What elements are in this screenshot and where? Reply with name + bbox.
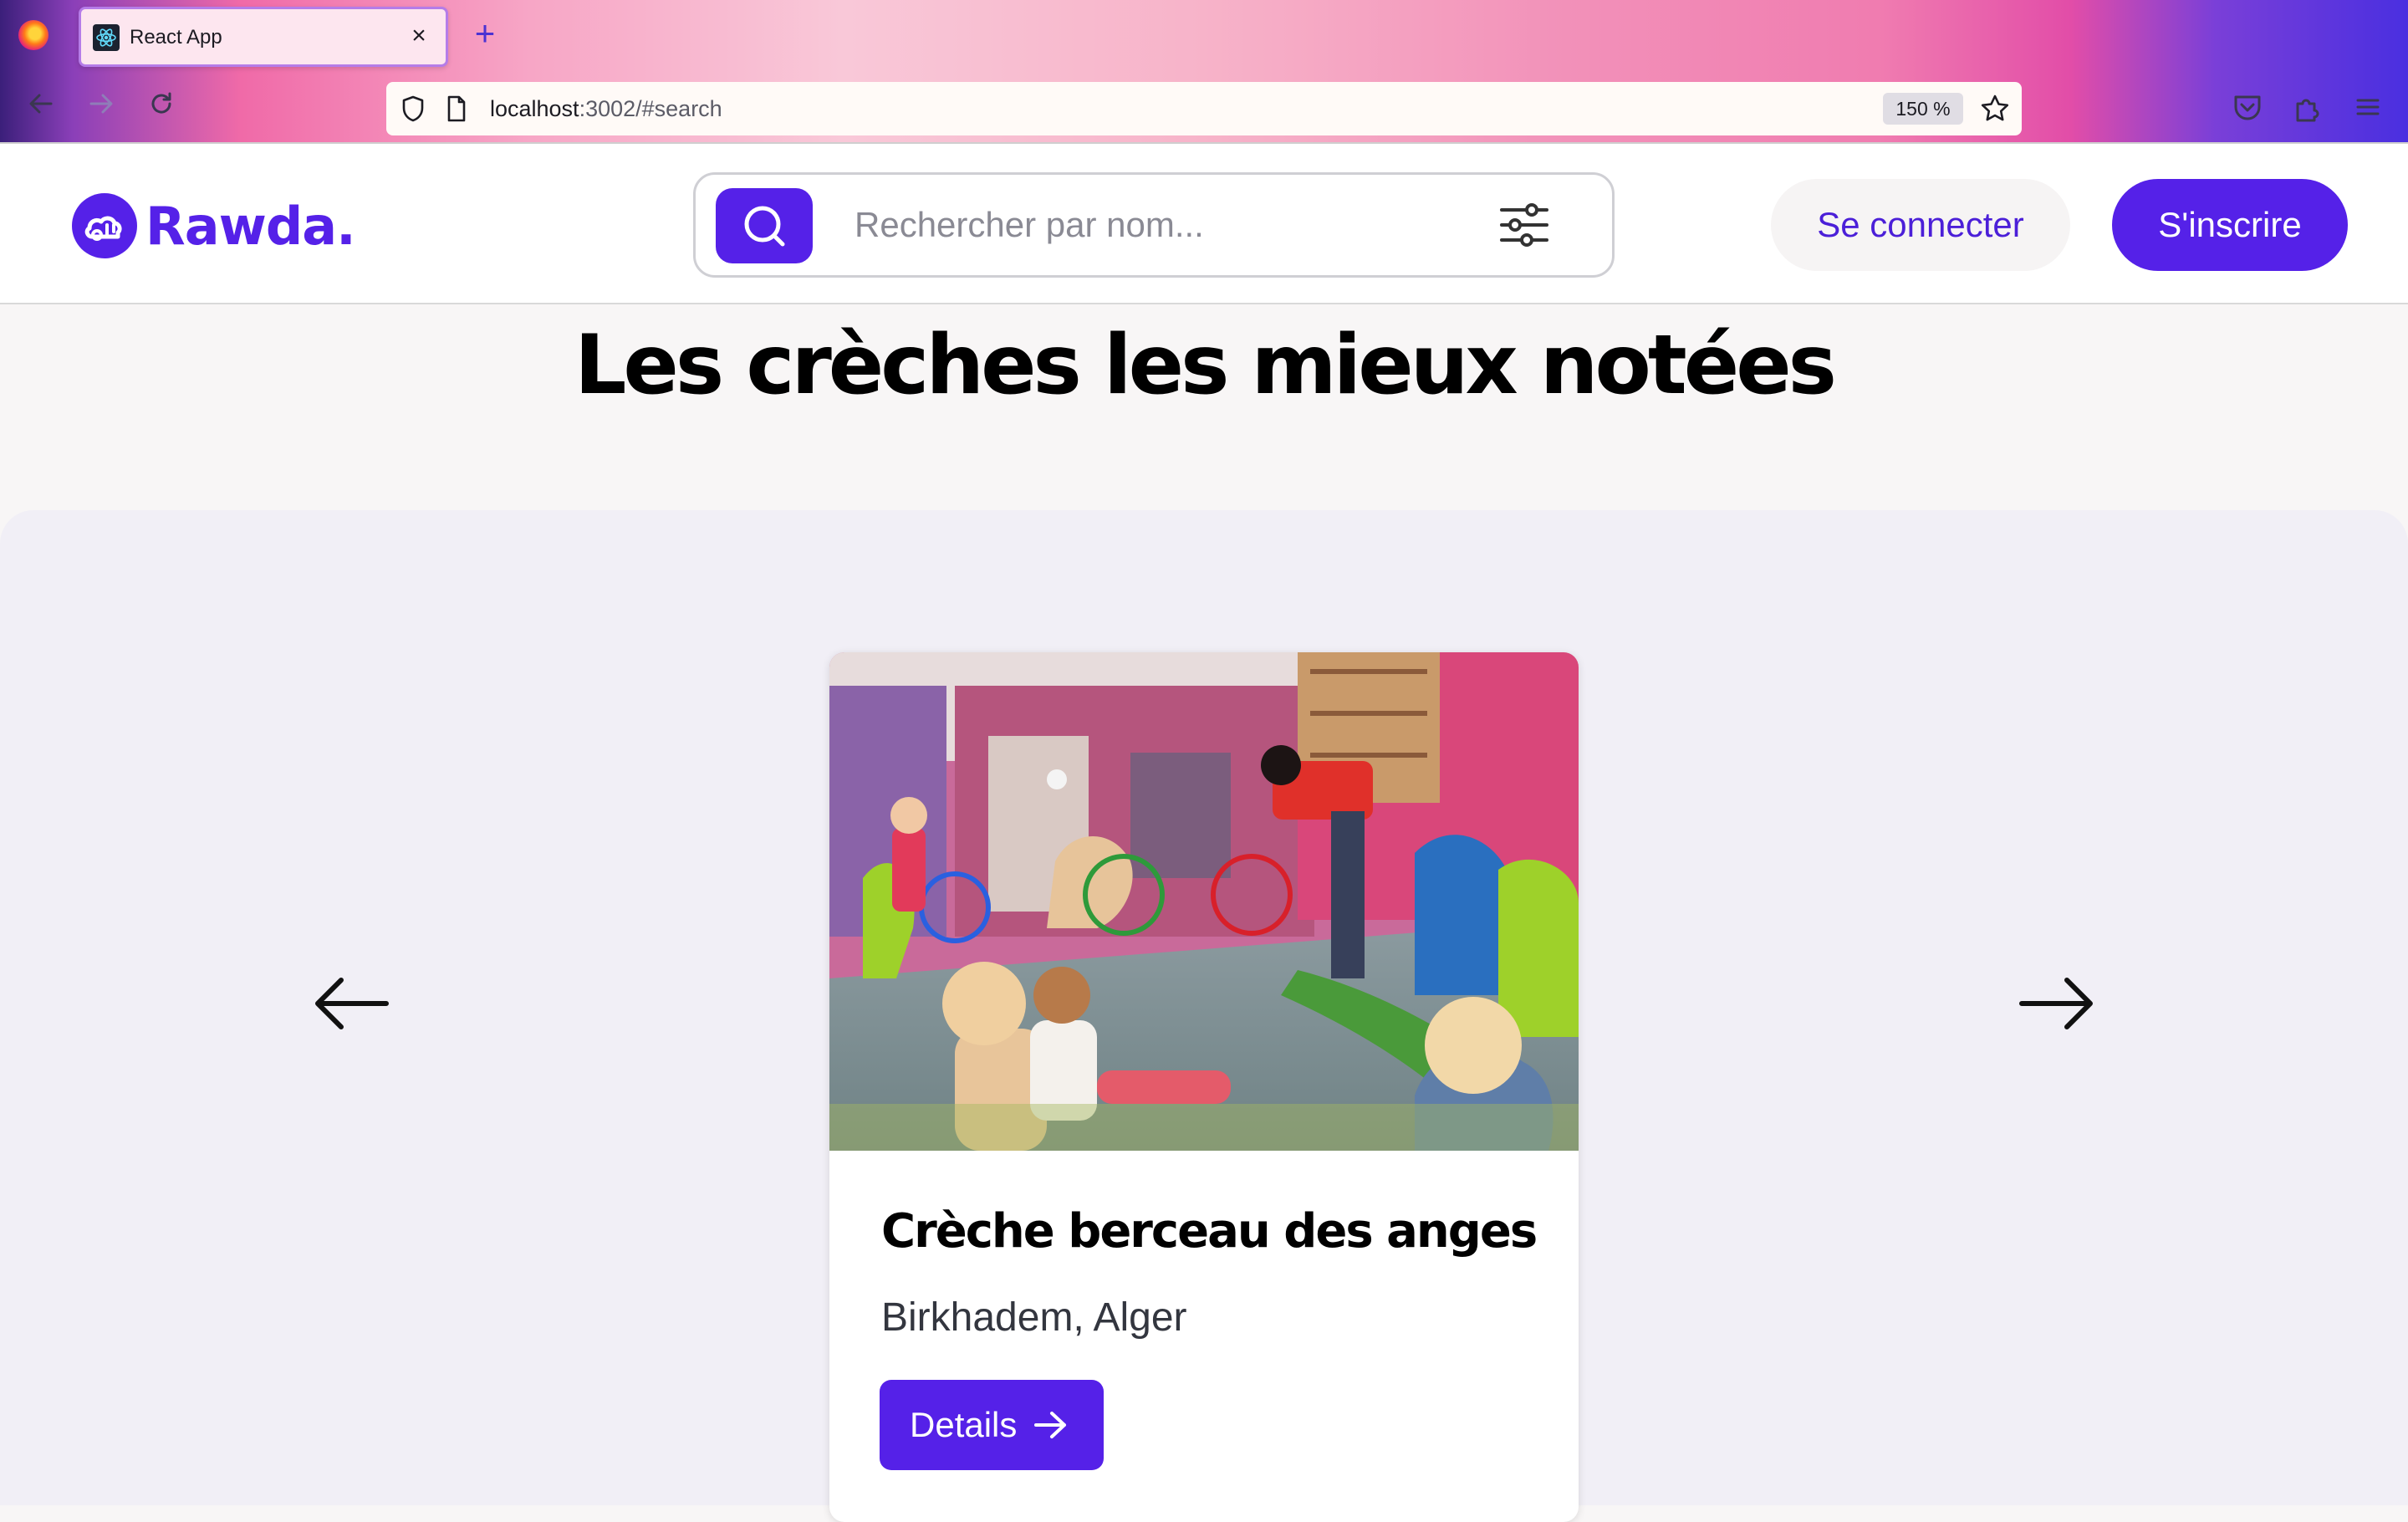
reload-icon bbox=[151, 92, 171, 114]
nursery-name: Crèche berceau des anges bbox=[881, 1204, 1538, 1259]
new-tab-button[interactable]: + bbox=[467, 16, 503, 54]
tab-title: React App bbox=[130, 26, 222, 49]
nursery-location: Birkhadem, Alger bbox=[881, 1295, 1187, 1340]
carousel-prev-arrow-icon[interactable] bbox=[311, 970, 391, 1037]
arrow-left-icon bbox=[29, 94, 53, 114]
reload-button[interactable] bbox=[142, 89, 181, 127]
carousel-next-arrow-icon[interactable] bbox=[2017, 970, 2097, 1037]
nursery-photo bbox=[829, 652, 1579, 1151]
search-icon bbox=[744, 206, 785, 247]
section-title: Les crèches les mieux notées bbox=[574, 324, 1837, 426]
react-icon bbox=[93, 24, 120, 51]
site-header: Rawda. Se connecter S'inscrire bbox=[0, 142, 2408, 304]
details-button-label: Details bbox=[910, 1405, 1018, 1444]
shield-icon[interactable] bbox=[401, 95, 425, 122]
pocket-icon[interactable] bbox=[2231, 90, 2264, 124]
firefox-icon[interactable] bbox=[18, 20, 48, 50]
url-bar[interactable]: localhost:3002/#search 150 % bbox=[386, 82, 2022, 135]
bookmark-star-icon[interactable] bbox=[1980, 94, 2010, 124]
nursery-card: Crèche berceau des anges Birkhadem, Alge… bbox=[829, 652, 1579, 1522]
filter-icon[interactable] bbox=[1498, 200, 1550, 250]
site-logo[interactable]: Rawda. bbox=[72, 192, 356, 259]
zoom-badge[interactable]: 150 % bbox=[1883, 93, 1963, 125]
back-button[interactable] bbox=[22, 89, 60, 127]
search-bar bbox=[693, 172, 1615, 278]
extensions-icon[interactable] bbox=[2291, 90, 2324, 124]
login-button[interactable]: Se connecter bbox=[1771, 179, 2070, 271]
signup-button[interactable]: S'inscrire bbox=[2112, 179, 2348, 271]
page: Rawda. Se connecter S'inscrire Les crèch… bbox=[0, 142, 2408, 1522]
tab-bar: React App × + bbox=[0, 0, 2408, 74]
forward-button[interactable] bbox=[82, 89, 120, 127]
carousel: Crèche berceau des anges Birkhadem, Alge… bbox=[0, 510, 2408, 1522]
logo-icon bbox=[72, 193, 137, 258]
page-icon bbox=[447, 95, 466, 122]
details-button[interactable]: Details bbox=[880, 1380, 1104, 1470]
section-title-wrap: Les crèches les mieux notées bbox=[0, 324, 2408, 426]
arrow-right-icon bbox=[1034, 1412, 1067, 1438]
browser-tab[interactable]: React App × bbox=[79, 7, 448, 67]
url-text[interactable]: localhost:3002/#search bbox=[490, 96, 722, 122]
search-input[interactable] bbox=[855, 200, 1457, 250]
logo-text: Rawda. bbox=[145, 195, 356, 257]
search-button[interactable] bbox=[716, 188, 813, 263]
browser-chrome: React App × + localhost:3002/#search 150… bbox=[0, 0, 2408, 142]
menu-icon[interactable] bbox=[2351, 90, 2385, 124]
navigation-bar: localhost:3002/#search 150 % bbox=[0, 74, 2408, 142]
arrow-right-icon bbox=[89, 94, 113, 114]
close-icon[interactable]: × bbox=[404, 21, 434, 51]
